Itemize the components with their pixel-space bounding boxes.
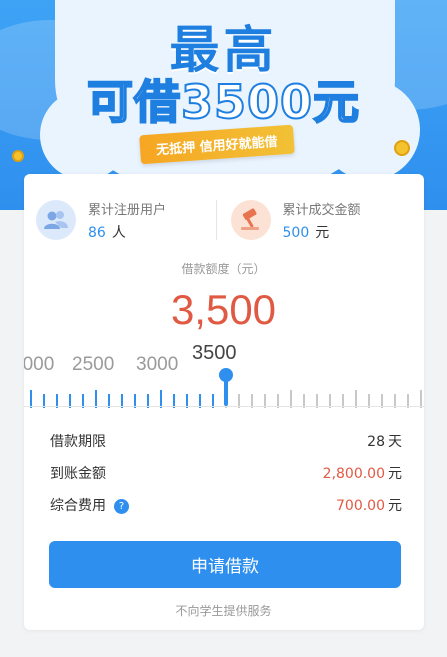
received-amount: 2,800.00 [322, 466, 385, 482]
help-icon[interactable]: ? [114, 498, 129, 514]
detail-value: 28 天 [367, 431, 402, 451]
unit-label: 元 [388, 498, 402, 514]
loan-amount: 3,500 [170, 286, 277, 333]
stat-label: 累计成交金额 [282, 202, 361, 218]
amount-label: 借款额度（元） [181, 262, 266, 276]
stats-row: 累计注册用户 86 人 累计成交金额 500 元 [36, 190, 410, 250]
unit-label: 人 [111, 224, 126, 241]
tick-label: 2000 [24, 354, 55, 375]
stat-value: 86 人 [88, 222, 166, 242]
detail-label: 到账金额 [50, 466, 106, 482]
users-icon [36, 200, 76, 240]
detail-label-wrap: 综合费用? [50, 495, 129, 515]
fee-amount: 700.00 [336, 498, 385, 514]
apply-loan-button[interactable]: 申请借款 [49, 541, 401, 588]
term-days: 28 [367, 434, 385, 450]
footer-note: 不向学生提供服务 [175, 604, 272, 618]
slider-track [24, 406, 424, 407]
gavel-icon [230, 200, 271, 240]
slider-handle-line[interactable] [224, 378, 228, 406]
detail-fee: 综合费用? 700.00 元 [50, 494, 402, 516]
coin-icon [394, 140, 410, 156]
slider-handle[interactable] [219, 368, 233, 382]
unit-label: 天 [388, 434, 402, 450]
coin-icon [12, 150, 24, 162]
unit-label: 元 [388, 466, 402, 482]
unit-label: 元 [315, 224, 330, 241]
detail-value: 700.00 元 [336, 495, 402, 515]
detail-label: 借款期限 [50, 434, 106, 450]
hero-title-bottom: 可借3500元 [86, 74, 361, 130]
tick-label: 3000 [136, 354, 179, 375]
stat-deal-amount: 累计成交金额 500 元 [217, 190, 411, 250]
stat-value: 500 元 [283, 222, 361, 242]
detail-received: 到账金额 2,800.00 元 [50, 462, 402, 484]
detail-value: 2,800.00 元 [323, 463, 402, 483]
slider-current-value: 3500 [192, 342, 237, 364]
stat-registered-users: 累计注册用户 86 人 [36, 190, 216, 250]
deal-amount: 500 [282, 224, 310, 241]
registered-count: 86 [88, 224, 106, 241]
detail-term: 借款期限 28 天 [50, 430, 402, 452]
detail-label: 综合费用 [50, 498, 106, 514]
stat-label: 累计注册用户 [88, 202, 167, 218]
tick-label: 2500 [72, 354, 115, 375]
